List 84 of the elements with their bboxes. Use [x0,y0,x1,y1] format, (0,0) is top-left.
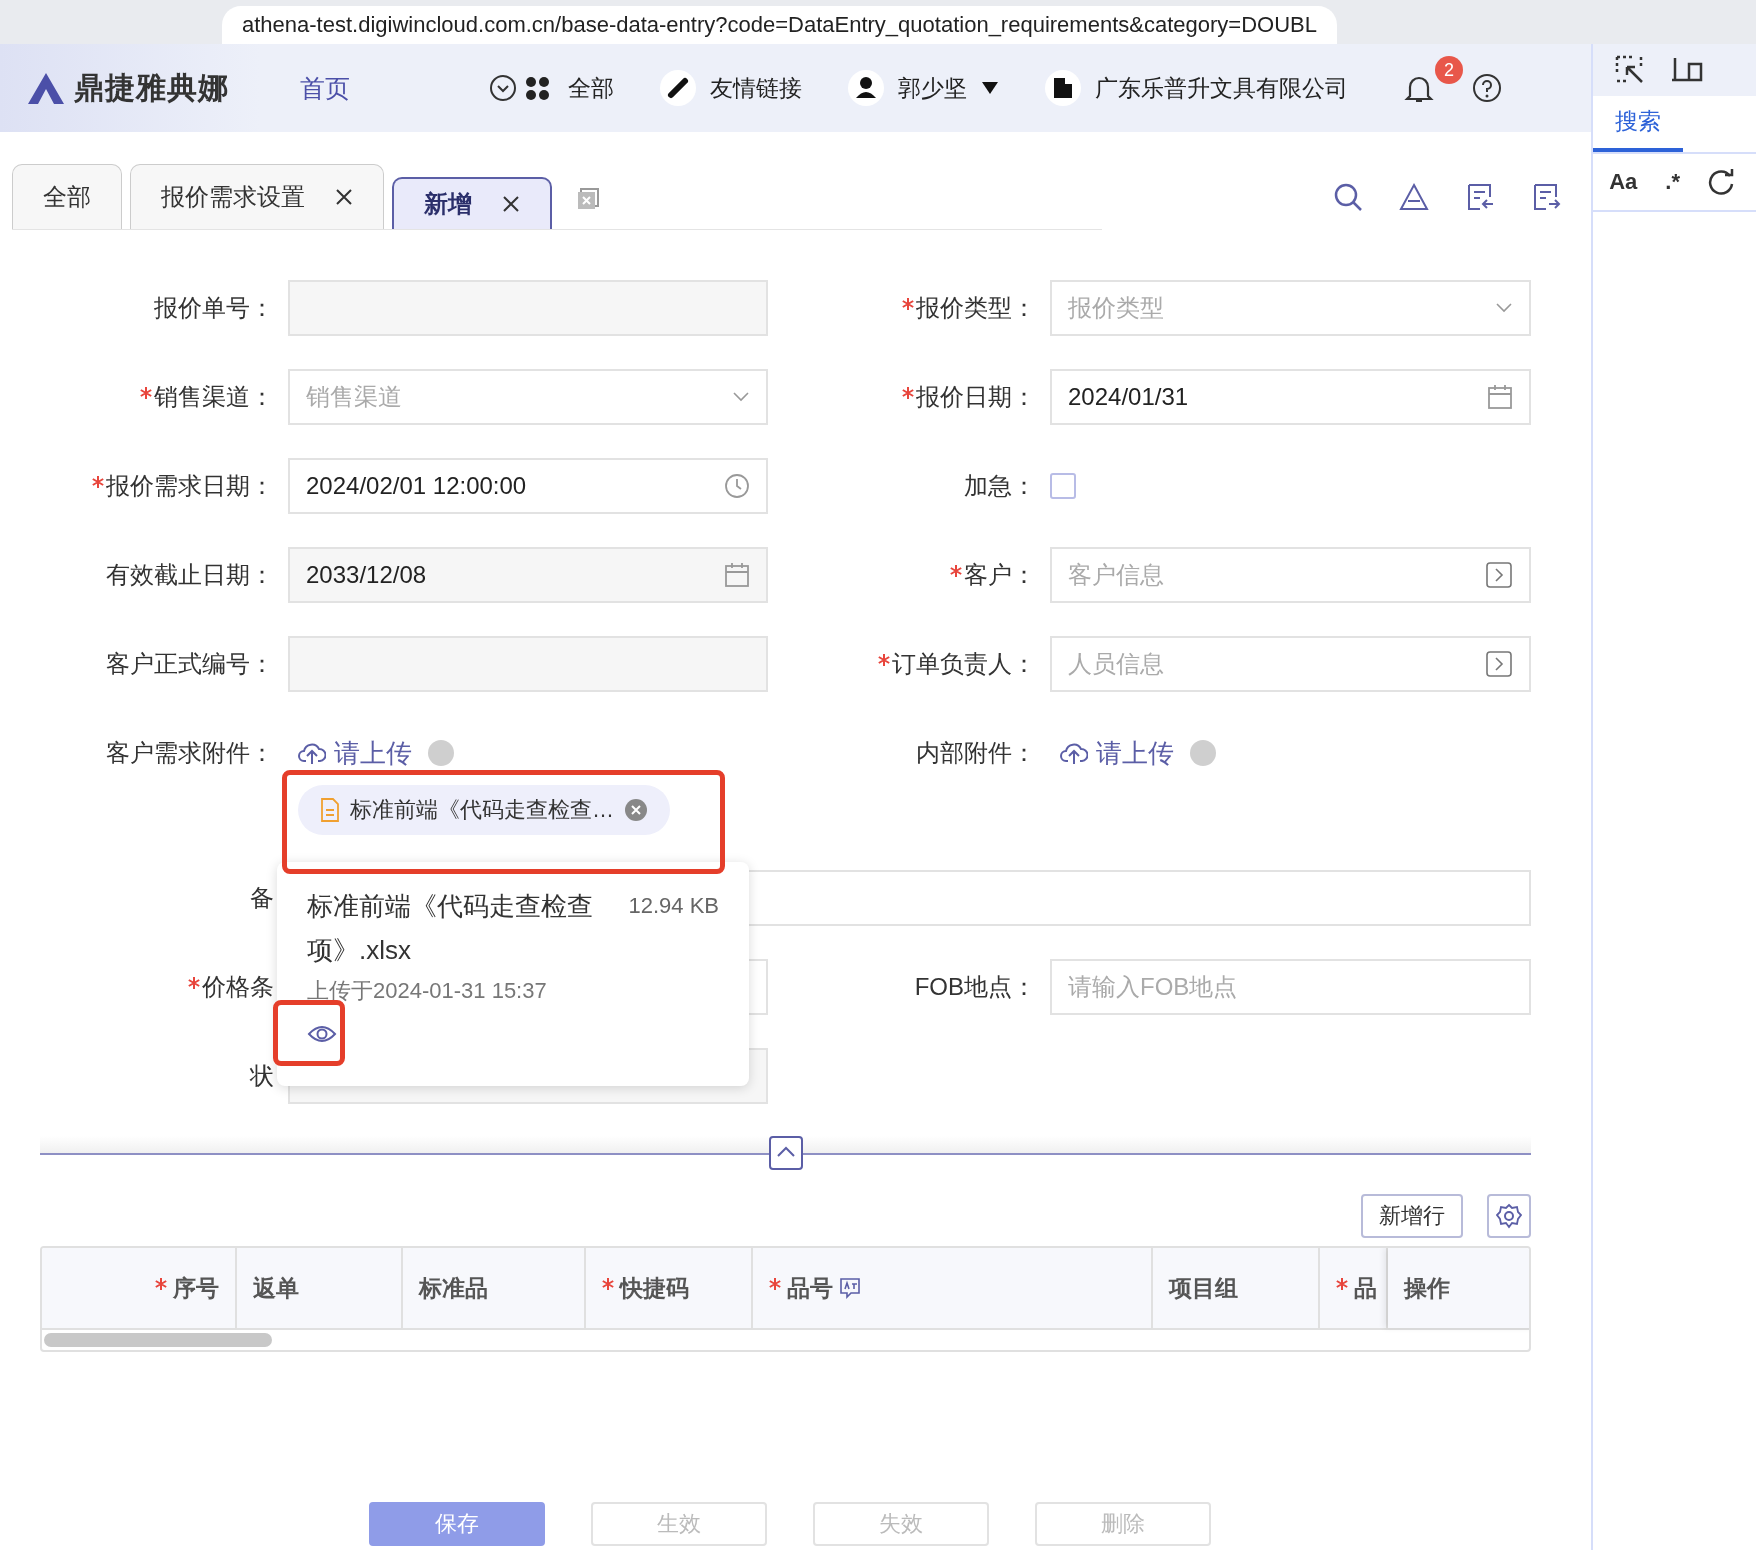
notification-badge: 2 [1435,56,1463,84]
column-header: 操作 [1388,1248,1529,1328]
field-label: 备 [250,883,274,913]
file-name: 标准前端《代码走查检查项》.xlsx [307,890,594,967]
add-row-button[interactable]: 新增行 [1361,1194,1463,1238]
regex-button[interactable]: .* [1665,169,1680,195]
field-label: 报价单号： [154,293,274,323]
info-icon [1190,740,1216,766]
close-all-icon[interactable] [576,187,600,211]
close-icon[interactable] [502,195,520,213]
tab[interactable]: 新增 [392,177,552,229]
tab[interactable]: 报价需求设置 [130,164,384,229]
preview-eye-icon[interactable] [307,1024,337,1044]
list-export-icon[interactable] [1531,182,1562,212]
field-label: 客户需求附件： [106,738,274,768]
column-header: 返单 [237,1248,403,1328]
required-icon [1336,1278,1348,1290]
devtools-tab[interactable]: 搜索 [1593,96,1684,152]
help-icon[interactable] [1472,73,1502,103]
refresh-icon[interactable] [1708,168,1734,196]
field-label: 客户： [964,560,1036,590]
dropdown-icon [981,81,999,95]
field-label: 有效截止日期： [106,560,274,590]
nav-item[interactable]: 友情链接 [660,70,802,106]
required-icon [769,1278,781,1290]
chevron-down-icon [1495,302,1513,314]
settings-button[interactable] [1487,1194,1531,1238]
field-label: 报价类型： [916,293,1036,323]
document-icon [320,798,340,822]
field-label: 状 [250,1061,274,1091]
field-label: 报价需求日期： [106,471,274,501]
collapse-button[interactable] [768,1136,803,1170]
upload-link[interactable]: 请上传 [298,735,412,771]
tab[interactable]: 全部 [12,164,122,229]
required-icon [155,1278,167,1290]
column-header: 快捷码 [586,1248,753,1328]
link-icon [660,70,696,106]
field-label: 内部附件： [916,738,1036,768]
file-chip[interactable]: 标准前端《代码走查检查… [298,785,670,835]
nav-item[interactable]: 郭少坚 [848,70,999,106]
field-label: FOB地点： [914,972,1036,1002]
column-header: 序号 [42,1248,237,1328]
logo-icon [26,71,66,105]
user-icon [848,70,884,106]
clock-icon [724,473,750,499]
open-lookup-icon [1485,561,1513,589]
address-bar[interactable]: athena-test.digiwincloud.com.cn/base-data-entry?code=DataEntry_quotation_requirements&category=DOUBL [222,6,1337,44]
info-icon [428,740,454,766]
field-label: 订单负责人： [892,649,1036,679]
home-link[interactable]: 首页 [300,71,350,105]
logo-text: 鼎捷雅典娜 [74,69,229,106]
input-field[interactable]: 2024/02/01 12:00:00 [288,458,768,514]
column-header: 品 [1320,1248,1388,1328]
checkbox[interactable] [1050,473,1076,499]
triangle-icon[interactable] [1399,182,1430,212]
list-import-icon[interactable] [1465,182,1496,212]
nav-item[interactable]: 广东乐普升文具有限公司 [1045,70,1348,106]
column-header: 标准品 [403,1248,586,1328]
chevron-down-icon [732,391,750,403]
remove-file-icon[interactable] [624,798,648,822]
nav-item[interactable]: 全部 [490,72,614,104]
device-toolbar-icon[interactable] [1671,56,1704,84]
search-icon[interactable] [1333,182,1364,212]
input-field[interactable]: 2024/01/31 [1050,369,1531,425]
field-label: 销售渠道： [154,382,274,412]
column-header: 品号 [753,1248,1153,1328]
open-lookup-icon [1485,650,1513,678]
upload-time: 上传于2024-01-31 15:37 [307,977,548,1005]
close-icon[interactable] [335,188,353,206]
scrollbar-thumb[interactable] [44,1333,272,1347]
file-size: 12.94 KB [628,892,719,920]
required-icon [602,1278,614,1290]
column-header: 项目组 [1153,1248,1320,1328]
field-label: 加急： [964,471,1036,501]
highlight-frame [273,1000,345,1066]
settings-icon [1496,1203,1522,1229]
calendar-icon [724,562,750,588]
field-label: 价格条 [202,972,274,1002]
field-label: 报价日期： [916,382,1036,412]
field-label: 客户正式编号： [106,649,274,679]
match-case-button[interactable]: Aa [1609,169,1638,195]
upload-link[interactable]: 请上传 [1060,735,1174,771]
building-icon [1045,70,1081,106]
calendar-icon [1487,384,1513,410]
